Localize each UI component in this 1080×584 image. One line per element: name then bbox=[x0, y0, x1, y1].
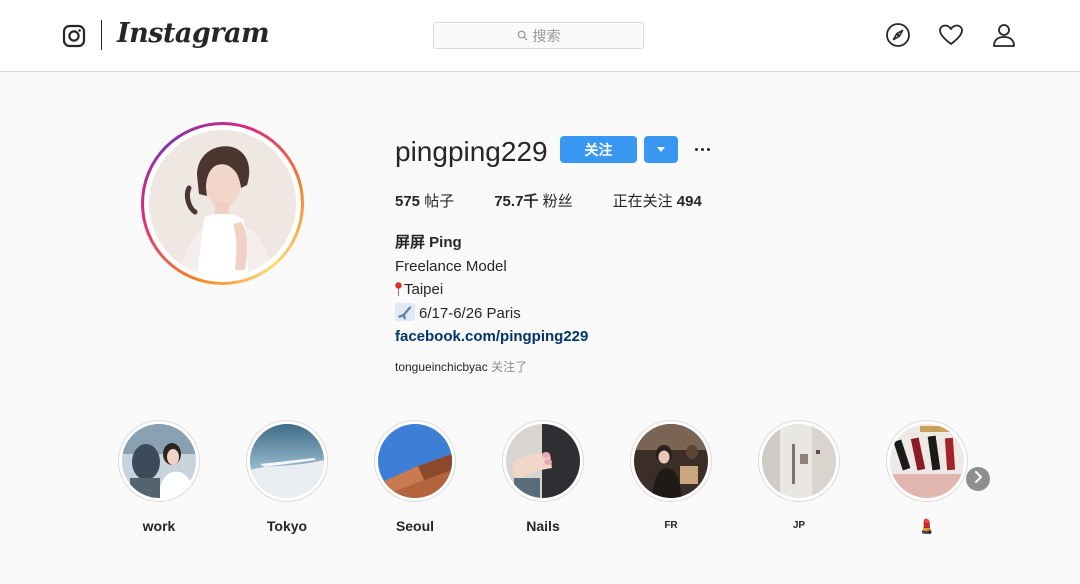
highlight-lipstick[interactable]: 💄 bbox=[884, 420, 970, 535]
posts-label: 帖子 bbox=[424, 193, 455, 210]
bio-external-link[interactable]: facebook.com/pingping229 bbox=[395, 325, 588, 349]
highlight-ring bbox=[886, 420, 968, 502]
highlight-ring bbox=[374, 420, 456, 502]
search-placeholder: 搜索 bbox=[532, 27, 561, 44]
instagram-glyph-icon[interactable] bbox=[62, 24, 86, 48]
following-value: 494 bbox=[676, 193, 702, 210]
ellipsis-dot bbox=[700, 148, 704, 151]
profile-bio: 屏屏 Ping Freelance Model Taipei 6/17-6/26… bbox=[395, 231, 588, 349]
highlight-label: FR bbox=[664, 520, 678, 531]
posts-count: 575 帖子 bbox=[395, 190, 454, 211]
ellipsis-dot bbox=[694, 148, 698, 151]
highlight-label: Seoul bbox=[395, 518, 435, 534]
bio-line-occupation: Freelance Model bbox=[395, 257, 507, 275]
highlight-work[interactable]: work bbox=[116, 420, 202, 534]
highlight-cover bbox=[122, 424, 196, 498]
highlight-tokyo[interactable]: Tokyo bbox=[244, 420, 330, 534]
avatar-border bbox=[144, 125, 301, 282]
ellipsis-dot bbox=[706, 148, 710, 151]
highlight-cover bbox=[250, 424, 324, 498]
highlight-nails[interactable]: Nails bbox=[500, 420, 586, 534]
follow-button[interactable]: 关注 bbox=[560, 136, 637, 163]
suggested-accounts-button[interactable] bbox=[644, 136, 678, 163]
profile-full-name: 屏屏 Ping bbox=[395, 234, 462, 251]
bio-line-location: Taipei bbox=[395, 278, 588, 302]
followed-by-suffix: 关注了 bbox=[491, 360, 528, 374]
highlight-ring bbox=[630, 420, 712, 502]
avatar-photo bbox=[149, 130, 296, 277]
highlight-label: work bbox=[142, 518, 176, 534]
highlight-cover bbox=[890, 424, 964, 498]
caret-down-icon bbox=[657, 147, 665, 152]
highlight-cover bbox=[506, 424, 580, 498]
highlight-label: 💄 bbox=[918, 518, 936, 534]
highlight-ring bbox=[502, 420, 584, 502]
bio-location-text: Taipei bbox=[404, 281, 444, 298]
profile-avatar[interactable] bbox=[141, 122, 304, 285]
highlight-cover bbox=[634, 424, 708, 498]
profile-stats: 575 帖子 75.7千 粉丝 正在关注 494 bbox=[395, 190, 742, 211]
compass-icon[interactable] bbox=[885, 22, 911, 48]
chevron-right-icon bbox=[973, 470, 983, 488]
posts-value: 575 bbox=[395, 193, 421, 210]
bio-line-travel: 6/17-6/26 Paris bbox=[395, 302, 588, 326]
highlights-next-button[interactable] bbox=[966, 467, 990, 491]
highlight-cover bbox=[762, 424, 836, 498]
following-count[interactable]: 正在关注 494 bbox=[613, 190, 702, 211]
round-pushpin-icon bbox=[395, 280, 402, 296]
following-label: 正在关注 bbox=[612, 193, 673, 210]
highlight-seoul[interactable]: Seoul bbox=[372, 420, 458, 534]
followers-label: 粉丝 bbox=[542, 193, 573, 210]
airplane-icon bbox=[395, 302, 415, 321]
followers-count[interactable]: 75.7千 粉丝 bbox=[494, 190, 572, 211]
followers-value: 75.7千 bbox=[494, 193, 539, 210]
highlight-fr[interactable]: FR bbox=[628, 420, 714, 531]
highlight-label: Nails bbox=[526, 518, 560, 534]
user-icon[interactable] bbox=[991, 22, 1017, 48]
profile-username: pingping229 bbox=[395, 136, 548, 167]
instagram-wordmark[interactable]: Instagram bbox=[117, 18, 270, 49]
highlight-cover bbox=[378, 424, 452, 498]
highlight-ring bbox=[758, 420, 840, 502]
highlight-label: JP bbox=[792, 520, 806, 531]
followed-by-user: tongueinchicbyac bbox=[395, 360, 488, 374]
search-icon bbox=[517, 28, 528, 44]
bio-travel-text: 6/17-6/26 Paris bbox=[419, 304, 521, 322]
top-navigation: Instagram 搜索 bbox=[0, 0, 1080, 72]
heart-icon[interactable] bbox=[938, 22, 964, 48]
followed-by-text[interactable]: tongueinchicbyac 关注了 bbox=[395, 358, 527, 375]
highlight-label: Tokyo bbox=[266, 518, 308, 534]
more-options-button[interactable] bbox=[692, 136, 712, 163]
highlight-ring bbox=[246, 420, 328, 502]
search-input[interactable]: 搜索 bbox=[433, 22, 644, 49]
logo-divider bbox=[101, 20, 102, 50]
highlight-ring bbox=[118, 420, 200, 502]
highlight-jp[interactable]: JP bbox=[756, 420, 842, 531]
